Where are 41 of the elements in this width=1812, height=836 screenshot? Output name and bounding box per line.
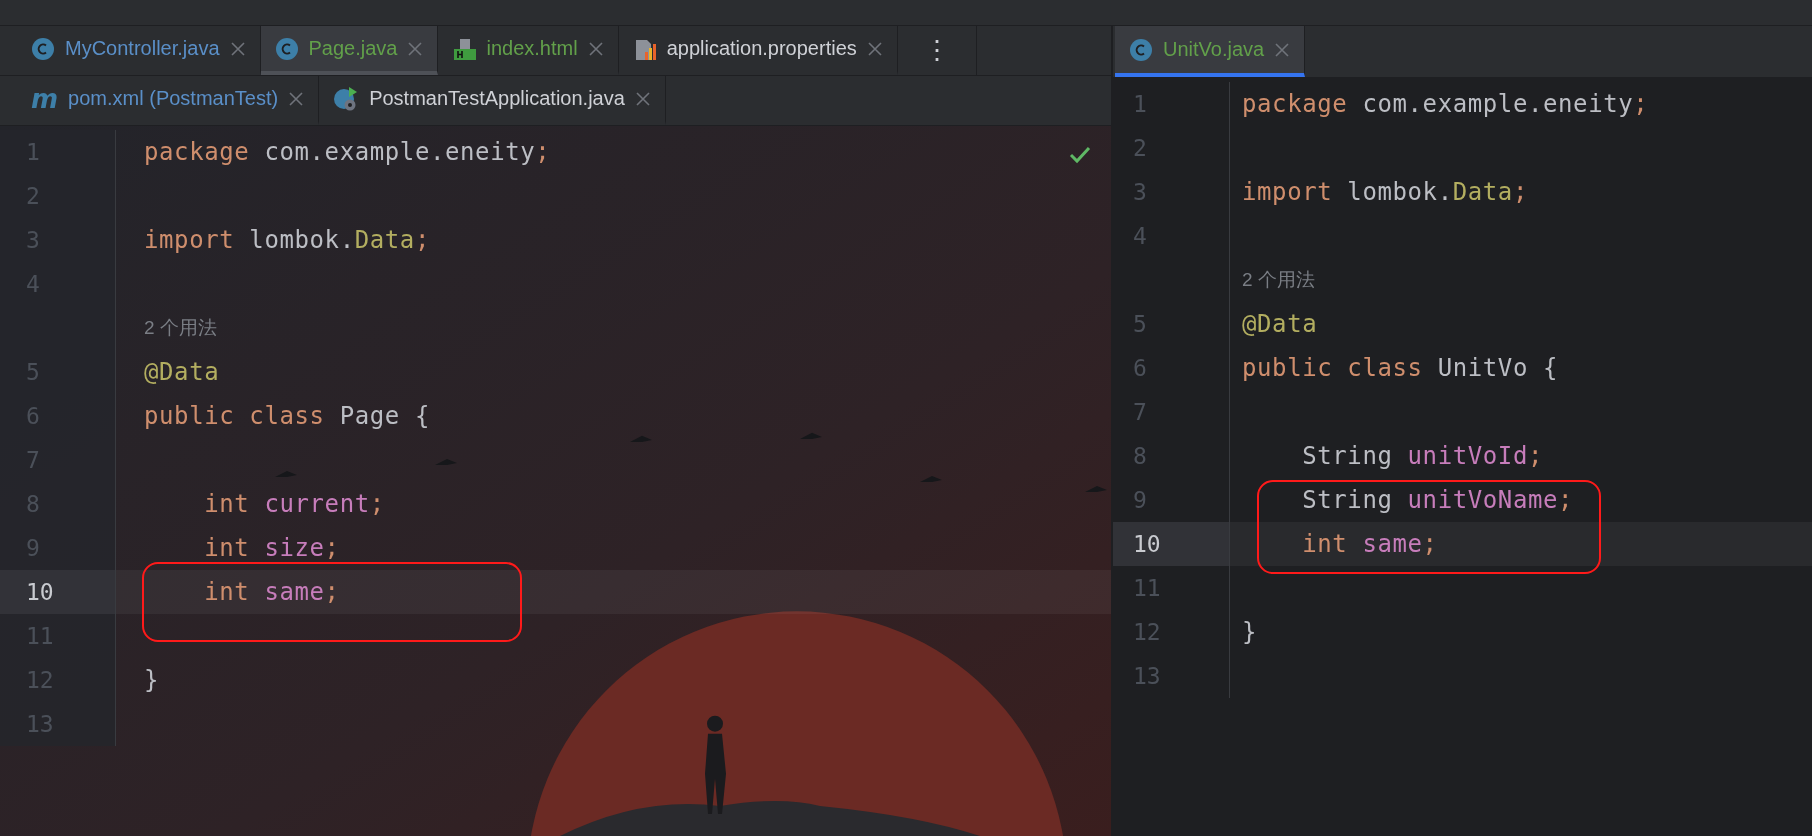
close-icon (634, 90, 651, 107)
class-icon (1129, 37, 1153, 62)
code-line: int size; (203, 534, 340, 562)
line-number: 10 (0, 570, 116, 614)
code-line: import lombok.Data; (1242, 178, 1528, 206)
code-line: public class UnitVo { (1242, 354, 1559, 382)
editor-tab[interactable]: UnitVo.java (1115, 26, 1306, 77)
close-icon (229, 40, 246, 57)
tab-label: UnitVo.java (1163, 38, 1265, 61)
usage-hint[interactable]: 2 个用法 (1242, 267, 1315, 293)
tab-label: pom.xml (PostmanTest) (68, 87, 279, 110)
close-icon (587, 40, 604, 57)
close-icon (407, 40, 424, 57)
tab-label: PostmanTestApplication.java (369, 87, 625, 110)
code-line: String unitVoName; (1301, 486, 1574, 514)
close-icon (866, 40, 883, 57)
html-file-icon (452, 36, 477, 61)
code-line: String unitVoId; (1301, 442, 1543, 470)
class-icon (31, 36, 55, 61)
code-line: package com.example.eneity; (144, 138, 551, 166)
code-line: @Data (144, 358, 220, 386)
close-icon (288, 90, 305, 107)
code-line: package com.example.eneity; (1242, 90, 1649, 118)
code-line: } (144, 666, 160, 694)
code-line: } (1242, 618, 1258, 646)
code-line: int same; (1301, 530, 1438, 558)
code-line: int current; (203, 490, 385, 518)
tab-label: Page.java (308, 37, 398, 60)
close-icon (1274, 41, 1291, 58)
tab-label: index.html (486, 37, 578, 60)
code-line: public class Page { (144, 402, 430, 430)
tab-label: application.properties (666, 37, 857, 60)
code-line: int same; (203, 578, 340, 606)
usage-hint[interactable]: 2 个用法 (144, 315, 217, 341)
code-line: @Data (1242, 310, 1318, 338)
tab-label: MyController.java (65, 37, 220, 60)
class-icon (274, 36, 299, 61)
editor-tab[interactable]: Page.java (260, 26, 439, 75)
maven-icon: m (31, 85, 59, 112)
line-number: 10 (1113, 522, 1230, 566)
code-line: import lombok.Data; (144, 226, 430, 254)
